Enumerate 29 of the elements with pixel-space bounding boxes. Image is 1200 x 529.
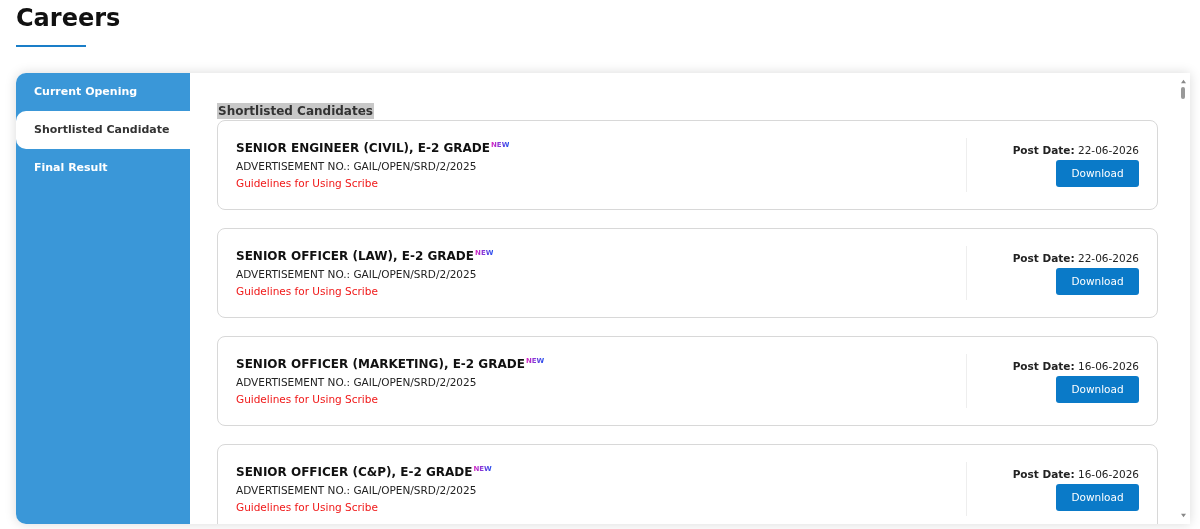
guidelines-link[interactable]: Guidelines for Using Scribe [236, 177, 378, 189]
page-title: Careers [16, 3, 122, 33]
advertisement-number: ADVERTISEMENT NO.: GAIL/OPEN/SRD/2/2025 [236, 268, 478, 280]
advertisement-number: ADVERTISEMENT NO.: GAIL/OPEN/SRD/2/2025 [236, 376, 478, 388]
download-button[interactable]: Download [1056, 483, 1139, 511]
sidebar-tab[interactable]: Current Opening [16, 73, 190, 111]
download-button[interactable]: Download [1056, 159, 1139, 187]
job-title: SENIOR OFFICER (LAW), E-2 GRADE [236, 249, 475, 263]
download-button[interactable]: Download [1056, 375, 1139, 403]
job-title: SENIOR OFFICER (C&P), E-2 GRADE [236, 465, 473, 479]
guidelines-link[interactable]: Guidelines for Using Scribe [236, 393, 378, 405]
download-button[interactable]: Download [1056, 267, 1139, 295]
post-date: Post Date: 16-06-2026 [1012, 467, 1139, 480]
job-title: SENIOR OFFICER (MARKETING), E-2 GRADE [236, 357, 525, 371]
scroll-up-icon[interactable] [1179, 79, 1187, 84]
post-date: Post Date: 16-06-2026 [1012, 359, 1139, 372]
guidelines-link[interactable]: Guidelines for Using Scribe [236, 285, 378, 297]
scroll-down-icon[interactable] [1179, 513, 1187, 518]
post-date: Post Date: 22-06-2026 [1012, 251, 1139, 264]
section-title: Shortlisted Candidates [217, 103, 374, 119]
guidelines-link[interactable]: Guidelines for Using Scribe [236, 501, 378, 513]
sidebar-tab[interactable]: Final Result [16, 149, 190, 187]
scrollbar-thumb[interactable] [1181, 87, 1185, 99]
sidebar-tab[interactable]: Shortlisted Candidate [16, 111, 190, 149]
title-underline [16, 45, 86, 47]
post-date: Post Date: 22-06-2026 [1012, 143, 1139, 156]
advertisement-number: ADVERTISEMENT NO.: GAIL/OPEN/SRD/2/2025 [236, 484, 478, 496]
job-title: SENIOR ENGINEER (CIVIL), E-2 GRADE [236, 141, 490, 155]
advertisement-number: ADVERTISEMENT NO.: GAIL/OPEN/SRD/2/2025 [236, 160, 478, 172]
